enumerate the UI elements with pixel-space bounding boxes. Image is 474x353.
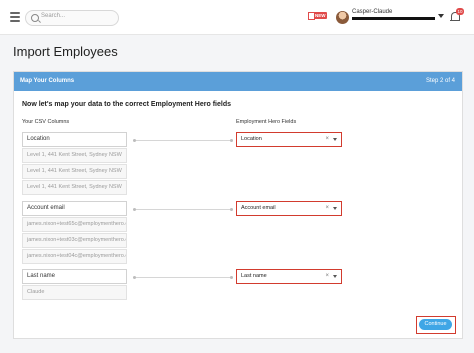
mapping-connector [133, 139, 233, 142]
csv-sample-value: Level 1, 441 Kent Street, Sydney NSW [22, 164, 127, 179]
hero-field-value: Location [241, 136, 262, 142]
mapping-connector [133, 276, 233, 279]
page-title: Import Employees [13, 44, 118, 59]
csv-sample-value: Level 1, 441 Kent Street, Sydney NSW [22, 180, 127, 195]
menu-icon[interactable] [10, 12, 20, 22]
search-input[interactable]: Search... [25, 10, 119, 26]
step-title: Map Your Columns [20, 78, 75, 84]
csv-column-field[interactable]: Last name [22, 269, 127, 284]
hero-fields-heading: Employment Hero Fields [236, 119, 297, 125]
hero-field-select[interactable]: Account email × [236, 201, 342, 216]
csv-sample-value: james.nixon+test03c@employmenthero.com [22, 233, 127, 248]
chevron-down-icon[interactable] [333, 207, 337, 210]
mapping-connector [133, 208, 233, 211]
hero-field-value: Account email [241, 205, 276, 211]
user-organisation-redacted [352, 17, 435, 20]
notification-count: 10 [456, 8, 464, 15]
clear-icon[interactable]: × [325, 202, 329, 214]
whats-new-button[interactable]: NEW [308, 11, 327, 21]
csv-sample-value: Level 1, 441 Kent Street, Sydney NSW [22, 148, 127, 163]
new-badge: NEW [314, 12, 327, 19]
chevron-down-icon[interactable] [333, 275, 337, 278]
hero-field-select[interactable]: Last name × [236, 269, 342, 284]
top-bar: Search... NEW Casper-Claude 10 [0, 0, 474, 35]
step-header: Map Your Columns Step 2 of 4 [14, 72, 462, 91]
clear-icon[interactable]: × [325, 270, 329, 282]
clear-icon[interactable]: × [325, 133, 329, 145]
search-placeholder: Search... [41, 13, 66, 19]
user-name[interactable]: Casper-Claude [352, 9, 392, 15]
csv-column-field[interactable]: Location [22, 132, 127, 147]
hero-field-select[interactable]: Location × [236, 132, 342, 147]
csv-sample-value: james.nixon+test65c@employmenthero.com [22, 217, 127, 232]
continue-button[interactable]: Continue [419, 319, 452, 330]
continue-highlight: Continue [416, 316, 456, 334]
csv-column-field[interactable]: Account email [22, 201, 127, 216]
csv-sample-value: james.nixon+test04c@employmenthero.com [22, 249, 127, 264]
mapping-intro: Now let's map your data to the correct E… [22, 101, 231, 108]
chevron-down-icon[interactable] [438, 14, 444, 18]
avatar[interactable] [336, 11, 349, 24]
step-counter: Step 2 of 4 [425, 78, 455, 84]
chevron-down-icon[interactable] [333, 138, 337, 141]
csv-columns-heading: Your CSV Columns [22, 119, 70, 125]
csv-sample-value: Claude [22, 285, 127, 300]
search-icon [31, 14, 39, 22]
hero-field-value: Last name [241, 273, 267, 279]
